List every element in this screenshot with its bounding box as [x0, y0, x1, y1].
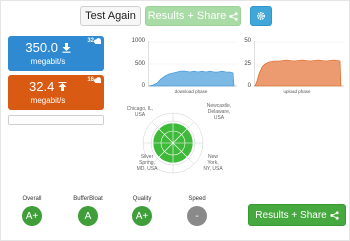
grade-label: BufferBloat	[73, 196, 103, 202]
download-ytick-min: 0	[141, 83, 145, 89]
download-throughput-area	[148, 70, 235, 87]
server-label-se: New York, NY, USA	[203, 154, 223, 172]
upload-ytick-max: 50	[244, 38, 251, 44]
upload-throughput-area	[254, 59, 342, 87]
grade-bufferbloat: BufferBloat A	[68, 196, 108, 226]
download-speed-card: 350.0 megabit/s 32	[8, 36, 104, 71]
server-label-sw: Silver Spring, MD, USA	[136, 154, 158, 172]
upload-ytick-min: 0	[247, 83, 251, 89]
grade-label: Overall	[22, 196, 42, 202]
server-label-nw: Chicago, IL, USA	[126, 106, 154, 118]
grade-badge[interactable]: -	[187, 206, 207, 226]
download-phase-label: download phase	[174, 89, 208, 94]
speedtest-panel: Test Again Results + Share 350.0 megabit…	[0, 0, 350, 241]
results-share-button-bottom[interactable]: Results + Share	[248, 204, 346, 226]
upload-value-row: 32.4	[8, 79, 88, 94]
grade-label: Speed	[188, 196, 206, 202]
status-bar	[8, 115, 104, 125]
share-icon	[229, 11, 238, 21]
cloud-icon	[94, 77, 101, 83]
download-value-row: 350.0	[8, 40, 88, 55]
gear-icon	[256, 11, 266, 21]
upload-arrow-icon	[58, 82, 67, 91]
download-ytick-max: 1000	[131, 38, 145, 44]
settings-button[interactable]	[250, 6, 272, 26]
share-button-label: Results + Share	[255, 209, 327, 221]
download-ytick-mid: 500	[134, 61, 145, 67]
share-icon	[330, 210, 339, 220]
share-button-label: Results + Share	[147, 10, 227, 22]
upload-phase-label: upload phase	[283, 89, 311, 94]
upload-ytick-mid: 25	[244, 61, 251, 67]
test-again-button[interactable]: Test Again	[80, 6, 141, 26]
grade-speed: Speed -	[177, 196, 217, 226]
cloud-icon	[94, 38, 101, 44]
results-share-button-top[interactable]: Results + Share	[145, 6, 241, 26]
grade-badge[interactable]: A	[78, 206, 98, 226]
upload-speed-card: 32.4 megabit/s 16	[8, 75, 104, 110]
download-speed-value: 350.0	[25, 40, 58, 55]
grade-overall: Overall A+	[12, 196, 52, 226]
download-unit: megabit/s	[30, 57, 66, 66]
upload-unit: megabit/s	[30, 96, 66, 105]
server-label-ne: Newcastle, Delaware, USA	[206, 103, 232, 121]
grade-badge[interactable]: A+	[22, 206, 42, 226]
grade-badge[interactable]: A+	[132, 206, 152, 226]
upload-speed-value: 32.4	[29, 79, 55, 94]
download-chart	[148, 41, 237, 87]
grade-quality: Quality A+	[122, 196, 162, 226]
upload-chart	[254, 41, 344, 87]
download-arrow-icon	[62, 43, 71, 53]
test-again-label: Test Again	[85, 10, 136, 22]
grade-label: Quality	[132, 196, 152, 202]
